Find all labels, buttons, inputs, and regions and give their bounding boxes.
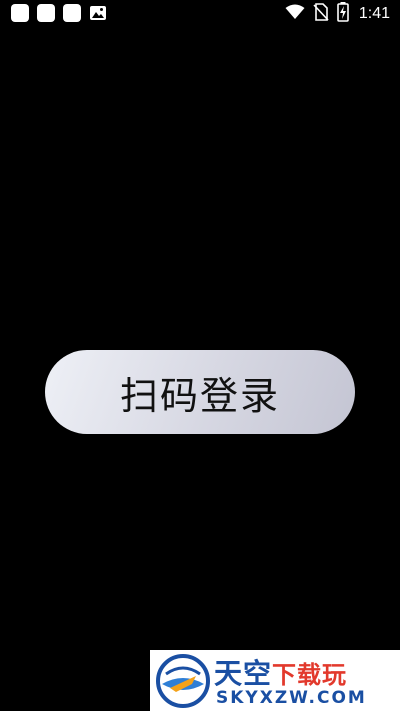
app-notification-icon — [63, 4, 81, 22]
app-notification-icon — [11, 4, 29, 22]
watermark-logo-icon — [156, 654, 210, 711]
status-bar: 1:41 — [0, 0, 400, 28]
image-icon — [89, 4, 107, 22]
app-notification-icon — [37, 4, 55, 22]
app-screen: 1:41 扫码登录 天空下载玩 SKYXZW.COM — [0, 0, 400, 711]
scan-login-button[interactable]: 扫码登录 — [45, 350, 355, 434]
battery-charging-icon — [337, 2, 349, 26]
watermark-domain: SKYXZW.COM — [216, 688, 367, 708]
site-watermark: 天空下载玩 SKYXZW.COM — [150, 650, 400, 711]
wifi-icon — [285, 4, 305, 24]
status-clock: 1:41 — [358, 5, 390, 22]
system-status: 1:41 — [285, 2, 390, 26]
scan-login-label: 扫码登录 — [119, 373, 280, 418]
notification-icons — [11, 4, 107, 22]
watermark-title: 天空下载玩 — [214, 652, 347, 692]
watermark-title-main: 天空 — [214, 657, 273, 690]
no-sim-icon — [313, 3, 329, 25]
watermark-title-accent: 下载玩 — [272, 661, 348, 689]
